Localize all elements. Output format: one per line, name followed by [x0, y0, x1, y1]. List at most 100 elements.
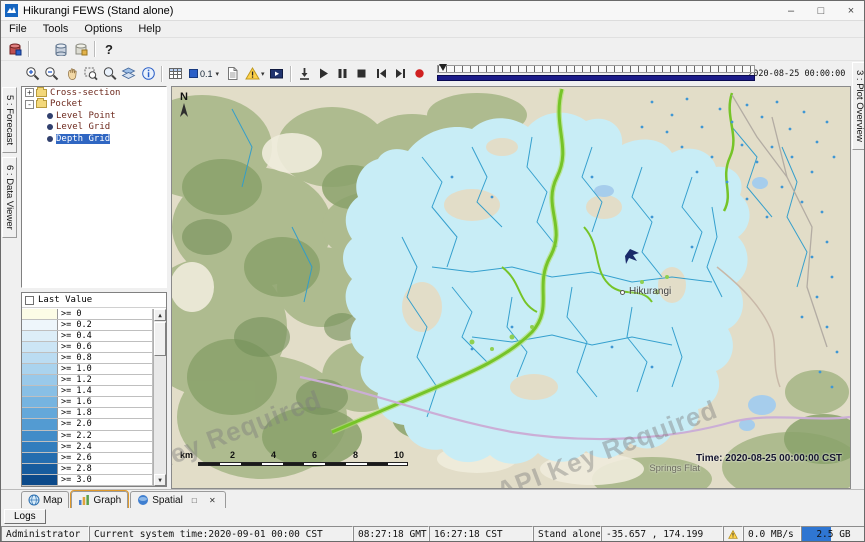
node-icon: [47, 113, 53, 119]
menu-options[interactable]: Options: [76, 22, 130, 36]
legend-swatch: [22, 364, 58, 374]
tab-forecast[interactable]: 5 : Forecast: [2, 87, 17, 153]
tab-spatial[interactable]: Spatial □ ✕: [130, 491, 226, 508]
step-first-button[interactable]: [372, 64, 391, 83]
tree-item-level-point[interactable]: Level Point: [22, 110, 166, 122]
map-time-label: Time: 2020-08-25 00:00:00 CST: [696, 453, 842, 464]
tab-graph[interactable]: Graph: [71, 491, 128, 508]
layers-icon: [121, 66, 136, 81]
export-button[interactable]: [295, 64, 314, 83]
legend-row: >= 1.0: [22, 364, 153, 375]
help-button[interactable]: ?: [99, 40, 119, 59]
record-button[interactable]: [410, 64, 429, 83]
legend-swatch: [22, 309, 58, 319]
zoom-in-button[interactable]: [23, 64, 42, 83]
expand-toggle-icon[interactable]: +: [25, 88, 34, 97]
legend-swatch: [22, 419, 58, 429]
legend-row: >= 2.4: [22, 442, 153, 453]
timeline-slider[interactable]: [437, 64, 742, 83]
status-system-time: Current system time:2020-09-01 00:00 CST: [89, 526, 353, 542]
logs-button[interactable]: Logs: [4, 509, 46, 524]
archive-button[interactable]: [71, 40, 91, 59]
zoom-out-button[interactable]: [42, 64, 61, 83]
status-gmt-time: 08:27:18 GMT: [353, 526, 429, 542]
panel-restore-button[interactable]: □: [188, 494, 201, 507]
minimize-button[interactable]: –: [776, 1, 806, 20]
legend-swatch: [22, 442, 58, 452]
tab-data-viewer[interactable]: 6 : Data Viewer: [2, 157, 17, 238]
status-coordinates: -35.657 , 174.199: [601, 526, 723, 542]
display-button[interactable]: [267, 64, 286, 83]
close-button[interactable]: ×: [836, 1, 865, 20]
menu-file[interactable]: File: [1, 22, 35, 36]
video-display-icon: [269, 66, 284, 81]
maximize-button[interactable]: □: [806, 1, 836, 20]
grid-icon: [168, 66, 183, 81]
scroll-thumb[interactable]: [154, 322, 166, 356]
last-value-checkbox[interactable]: [25, 296, 34, 305]
legend-label: >= 0.8: [58, 353, 153, 363]
dock-tab-bar: Map Graph Spatial □ ✕: [1, 489, 865, 508]
import-database-button[interactable]: [5, 40, 25, 59]
scale-tick-label: 8: [353, 450, 358, 460]
legend-scrollbar[interactable]: ▲ ▼: [153, 309, 166, 486]
map-view[interactable]: N km 246810 Time: 2020-08-25 00:00:00 CS…: [171, 86, 851, 489]
frame-scale-button[interactable]: 0.1 ▾: [185, 64, 223, 83]
layer-tree[interactable]: +Cross-section-PocketLevel PointLevel Gr…: [21, 86, 167, 288]
right-tab-strip: 3 : Plot Overview: [851, 61, 865, 542]
warning-dropdown-button[interactable]: ▾: [242, 64, 267, 83]
legend-row: >= 0.4: [22, 331, 153, 342]
collapse-toggle-icon[interactable]: -: [25, 100, 34, 109]
menu-help[interactable]: Help: [130, 22, 169, 36]
north-arrow-icon: [178, 103, 190, 119]
last-value-label: Last Value: [38, 295, 92, 305]
app-logo-icon: [5, 4, 18, 17]
menu-tools[interactable]: Tools: [35, 22, 77, 36]
tab-plot-overview[interactable]: 3 : Plot Overview: [852, 62, 865, 150]
play-button[interactable]: [314, 64, 333, 83]
timeline-ruler[interactable]: [437, 65, 755, 73]
magnifier-button[interactable]: [100, 64, 119, 83]
zoom-box-button[interactable]: [81, 64, 100, 83]
scroll-down-button[interactable]: ▼: [154, 474, 166, 486]
status-local-time: 16:27:18 CST: [429, 526, 533, 542]
status-memory[interactable]: 2.5 GB: [801, 526, 865, 542]
status-warning[interactable]: [723, 526, 743, 542]
legend-row: >= 2.0: [22, 419, 153, 430]
stop-button[interactable]: [352, 64, 371, 83]
tree-item-cross-section[interactable]: +Cross-section: [22, 87, 166, 99]
legend-swatch: [22, 475, 58, 485]
legend-list: >= 0>= 0.2>= 0.4>= 0.6>= 0.8>= 1.0>= 1.2…: [22, 309, 153, 486]
timeline-handle[interactable]: [439, 64, 447, 71]
pan-button[interactable]: [62, 64, 81, 83]
tree-item-pocket[interactable]: -Pocket: [22, 99, 166, 111]
tree-item-label: Depth Grid: [56, 134, 110, 144]
database-icon: [54, 42, 68, 56]
document-button[interactable]: [223, 64, 242, 83]
layers-button[interactable]: [119, 64, 138, 83]
timeline-bar[interactable]: [437, 75, 755, 81]
tab-map[interactable]: Map: [21, 491, 69, 508]
logs-row: Logs: [1, 508, 865, 526]
tree-item-depth-grid[interactable]: Depth Grid: [22, 133, 166, 145]
legend-label: >= 0.6: [58, 342, 153, 352]
frame-scale-icon: [189, 69, 198, 78]
scroll-up-button[interactable]: ▲: [154, 309, 166, 321]
tab-spatial-label: Spatial: [152, 495, 183, 506]
tree-item-level-grid[interactable]: Level Grid: [22, 122, 166, 134]
status-throughput: 0.0 MB/s: [743, 526, 801, 542]
archive-icon: [74, 42, 88, 56]
status-mode: Stand alone: [533, 526, 601, 542]
info-button[interactable]: [139, 64, 158, 83]
database-button[interactable]: [51, 40, 71, 59]
panel-close-button[interactable]: ✕: [206, 494, 219, 507]
step-forward-icon: [394, 67, 407, 80]
legend-label: >= 0.4: [58, 331, 153, 341]
step-last-button[interactable]: [391, 64, 410, 83]
town-marker: [620, 290, 625, 295]
pause-button[interactable]: [333, 64, 352, 83]
grid-display-button[interactable]: [166, 64, 185, 83]
scale-tick-label: 4: [271, 450, 276, 460]
status-warning-icon: [728, 529, 738, 540]
map-toolbar: 0.1 ▾ ▾: [1, 61, 865, 86]
